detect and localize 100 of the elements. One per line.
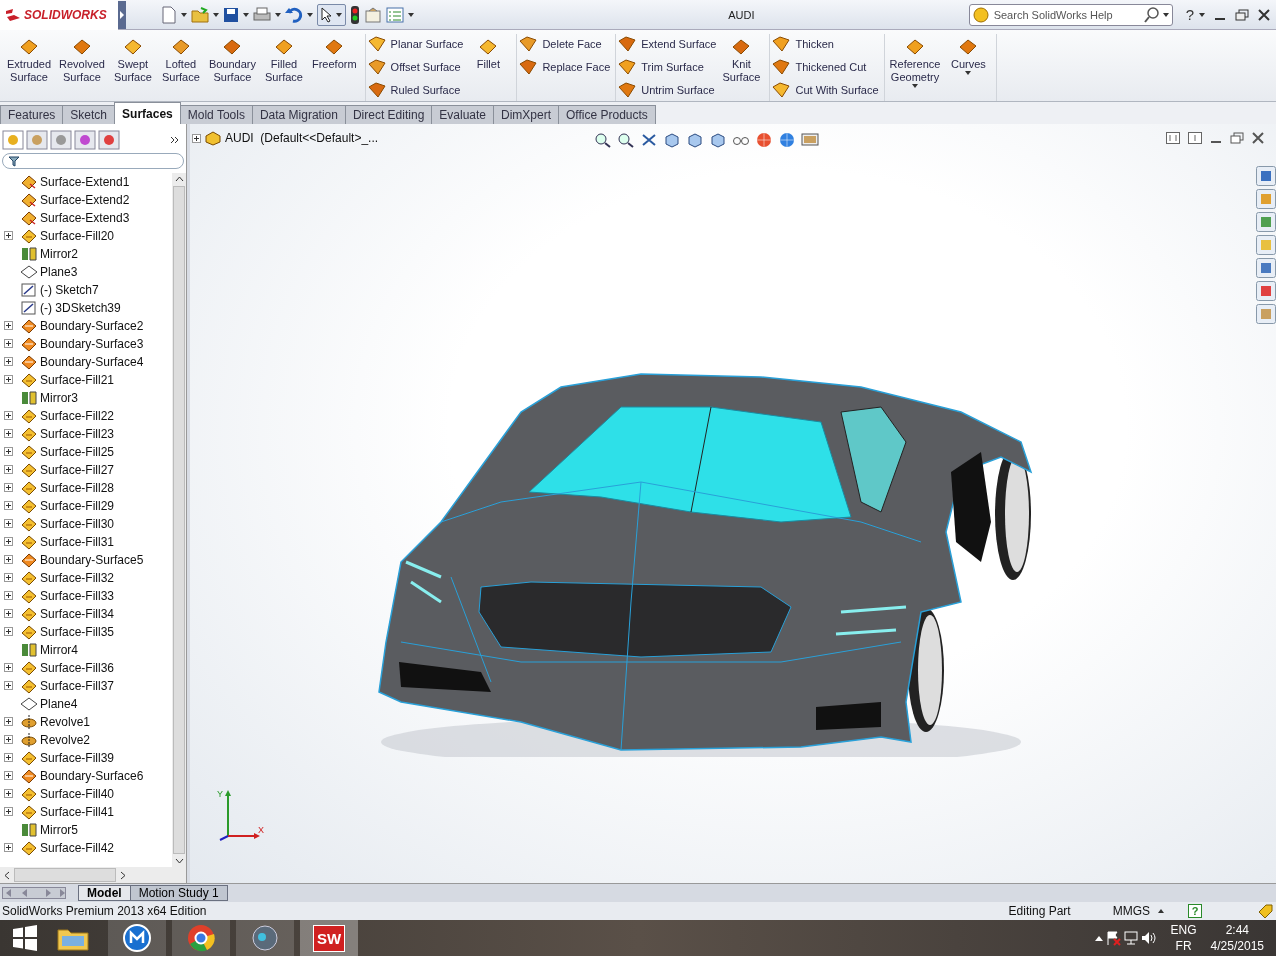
dropdown-caret-icon[interactable]: [213, 12, 219, 17]
tree-item[interactable]: (-) Sketch7: [40, 283, 99, 297]
sphere-icon[interactable]: [755, 132, 773, 148]
ribbon-button[interactable]: Extruded Surface: [4, 34, 55, 84]
undo-icon[interactable]: [285, 6, 303, 23]
command-tab[interactable]: DimXpert: [493, 105, 560, 124]
tree-item[interactable]: Mirror4: [40, 643, 78, 657]
ribbon-button[interactable]: Extend Surface: [618, 35, 717, 53]
ribbon-button[interactable]: Untrim Surface: [618, 81, 717, 99]
expand-toggle-icon[interactable]: [4, 357, 13, 366]
expand-toggle-icon[interactable]: [4, 501, 13, 510]
expand-toggle-icon[interactable]: [4, 789, 13, 798]
expand-toggle-icon[interactable]: [4, 447, 13, 456]
checklist-icon[interactable]: [386, 6, 404, 23]
ribbon-button[interactable]: Thicken: [772, 35, 879, 53]
dropdown-caret-icon[interactable]: [307, 12, 313, 17]
expand-toggle-icon[interactable]: [4, 555, 13, 564]
close-icon[interactable]: [1252, 132, 1264, 144]
command-tab[interactable]: Office Products: [558, 105, 656, 124]
expand-toggle-icon[interactable]: [4, 753, 13, 762]
tree-item[interactable]: Revolve2: [40, 733, 91, 747]
keyboard-layout[interactable]: FR: [1175, 938, 1192, 954]
tree-item[interactable]: Surface-Fill33: [40, 589, 115, 603]
view-tab[interactable]: Model: [78, 885, 131, 901]
search-icon[interactable]: [1143, 6, 1160, 23]
tree-item[interactable]: (-) 3DSketch39: [40, 301, 121, 315]
scroll-left-icon[interactable]: [4, 870, 10, 880]
tree-item[interactable]: Surface-Fill32: [40, 571, 115, 585]
tree-item[interactable]: Boundary-Surface5: [40, 553, 144, 567]
ribbon-button[interactable]: Curves: [945, 34, 992, 75]
sphere-icon[interactable]: [778, 132, 796, 148]
tree-item[interactable]: Surface-Fill42: [40, 841, 115, 855]
scroll-up-icon[interactable]: [174, 176, 184, 182]
expand-toggle-icon[interactable]: [192, 133, 201, 143]
ribbon-button[interactable]: Freeform: [309, 34, 360, 71]
help-button[interactable]: ?: [1188, 904, 1202, 918]
task-pane-tab-icon[interactable]: [1256, 281, 1276, 301]
tree-item[interactable]: Surface-Fill40: [40, 787, 115, 801]
taskbar-app-button[interactable]: SW: [300, 920, 358, 956]
monitor-icon[interactable]: [801, 132, 819, 148]
command-tab[interactable]: Mold Tools: [179, 105, 253, 124]
tree-item[interactable]: Surface-Fill27: [40, 463, 115, 477]
ribbon-button[interactable]: Lofted Surface: [157, 34, 204, 84]
expand-toggle-icon[interactable]: [4, 609, 13, 618]
caret-up-icon[interactable]: [1094, 935, 1103, 941]
magnifier-icon[interactable]: [594, 132, 612, 148]
expand-toggle-icon[interactable]: [4, 537, 13, 546]
tree-item[interactable]: Revolve1: [40, 715, 91, 729]
tree-item[interactable]: Plane4: [40, 697, 78, 711]
tree-item[interactable]: Surface-Fill25: [40, 445, 115, 459]
tree-item[interactable]: Boundary-Surface3: [40, 337, 144, 351]
ribbon-button[interactable]: Revolved Surface: [56, 34, 108, 84]
expand-toggle-icon[interactable]: [4, 339, 13, 348]
filter-field[interactable]: [2, 153, 184, 169]
command-tab[interactable]: Features: [0, 105, 64, 124]
tree-item[interactable]: Surface-Fill23: [40, 427, 115, 441]
scroll-down-icon[interactable]: [174, 858, 184, 864]
tree-item[interactable]: Surface-Fill22: [40, 409, 115, 423]
tree-item[interactable]: Surface-Extend3: [40, 211, 130, 225]
expand-toggle-icon[interactable]: [4, 663, 13, 672]
tree-item[interactable]: Surface-Fill21: [40, 373, 115, 387]
tree-item[interactable]: Surface-Fill36: [40, 661, 115, 675]
ribbon-button[interactable]: Boundary Surface: [205, 34, 259, 84]
command-tab[interactable]: Surfaces: [114, 102, 181, 124]
dropdown-caret-icon[interactable]: [1199, 12, 1205, 17]
taskbar-app-button[interactable]: [172, 920, 230, 956]
command-tab[interactable]: Sketch: [62, 105, 116, 124]
ribbon-button[interactable]: Thickened Cut: [772, 58, 879, 76]
expand-toggle-icon[interactable]: [4, 681, 13, 690]
panel-tab-icon[interactable]: [98, 130, 120, 150]
dropdown-caret-icon[interactable]: [1162, 12, 1169, 17]
expand-toggle-icon[interactable]: [4, 231, 13, 240]
command-tab[interactable]: Evaluate: [431, 105, 494, 124]
tree-item[interactable]: Surface-Fill31: [40, 535, 115, 549]
task-pane-tab-icon[interactable]: [1256, 212, 1276, 232]
ribbon-button[interactable]: Replace Face: [519, 58, 611, 76]
restore-icon[interactable]: [1235, 8, 1249, 21]
ribbon-button[interactable]: Fillet: [465, 34, 512, 71]
split-view-icon[interactable]: [1166, 132, 1180, 144]
tree-item[interactable]: Surface-Fill34: [40, 607, 115, 621]
close-icon[interactable]: [1258, 8, 1270, 21]
expand-toggle-icon[interactable]: [4, 843, 13, 852]
restore-icon[interactable]: [1230, 132, 1244, 144]
expand-toggle-icon[interactable]: [4, 429, 13, 438]
dropdown-caret-icon[interactable]: [275, 12, 281, 17]
clock-date[interactable]: 4/25/2015: [1210, 938, 1264, 954]
cube-icon[interactable]: [686, 132, 704, 148]
ribbon-button[interactable]: Planar Surface: [367, 35, 464, 53]
traffic-light-icon[interactable]: [350, 5, 360, 24]
ribbon-button[interactable]: Filled Surface: [261, 34, 307, 84]
save-icon[interactable]: [223, 6, 239, 23]
select-button[interactable]: [317, 3, 346, 26]
expand-toggle-icon[interactable]: [4, 807, 13, 816]
help-button[interactable]: ?: [1185, 6, 1194, 23]
task-pane-tab-icon[interactable]: [1256, 258, 1276, 278]
ribbon-button[interactable]: Knit Surface: [718, 34, 765, 84]
expand-toggle-icon[interactable]: [4, 483, 13, 492]
tree-item[interactable]: Boundary-Surface6: [40, 769, 144, 783]
ribbon-button[interactable]: Reference Geometry: [886, 34, 944, 88]
tree-item[interactable]: Surface-Fill39: [40, 751, 115, 765]
